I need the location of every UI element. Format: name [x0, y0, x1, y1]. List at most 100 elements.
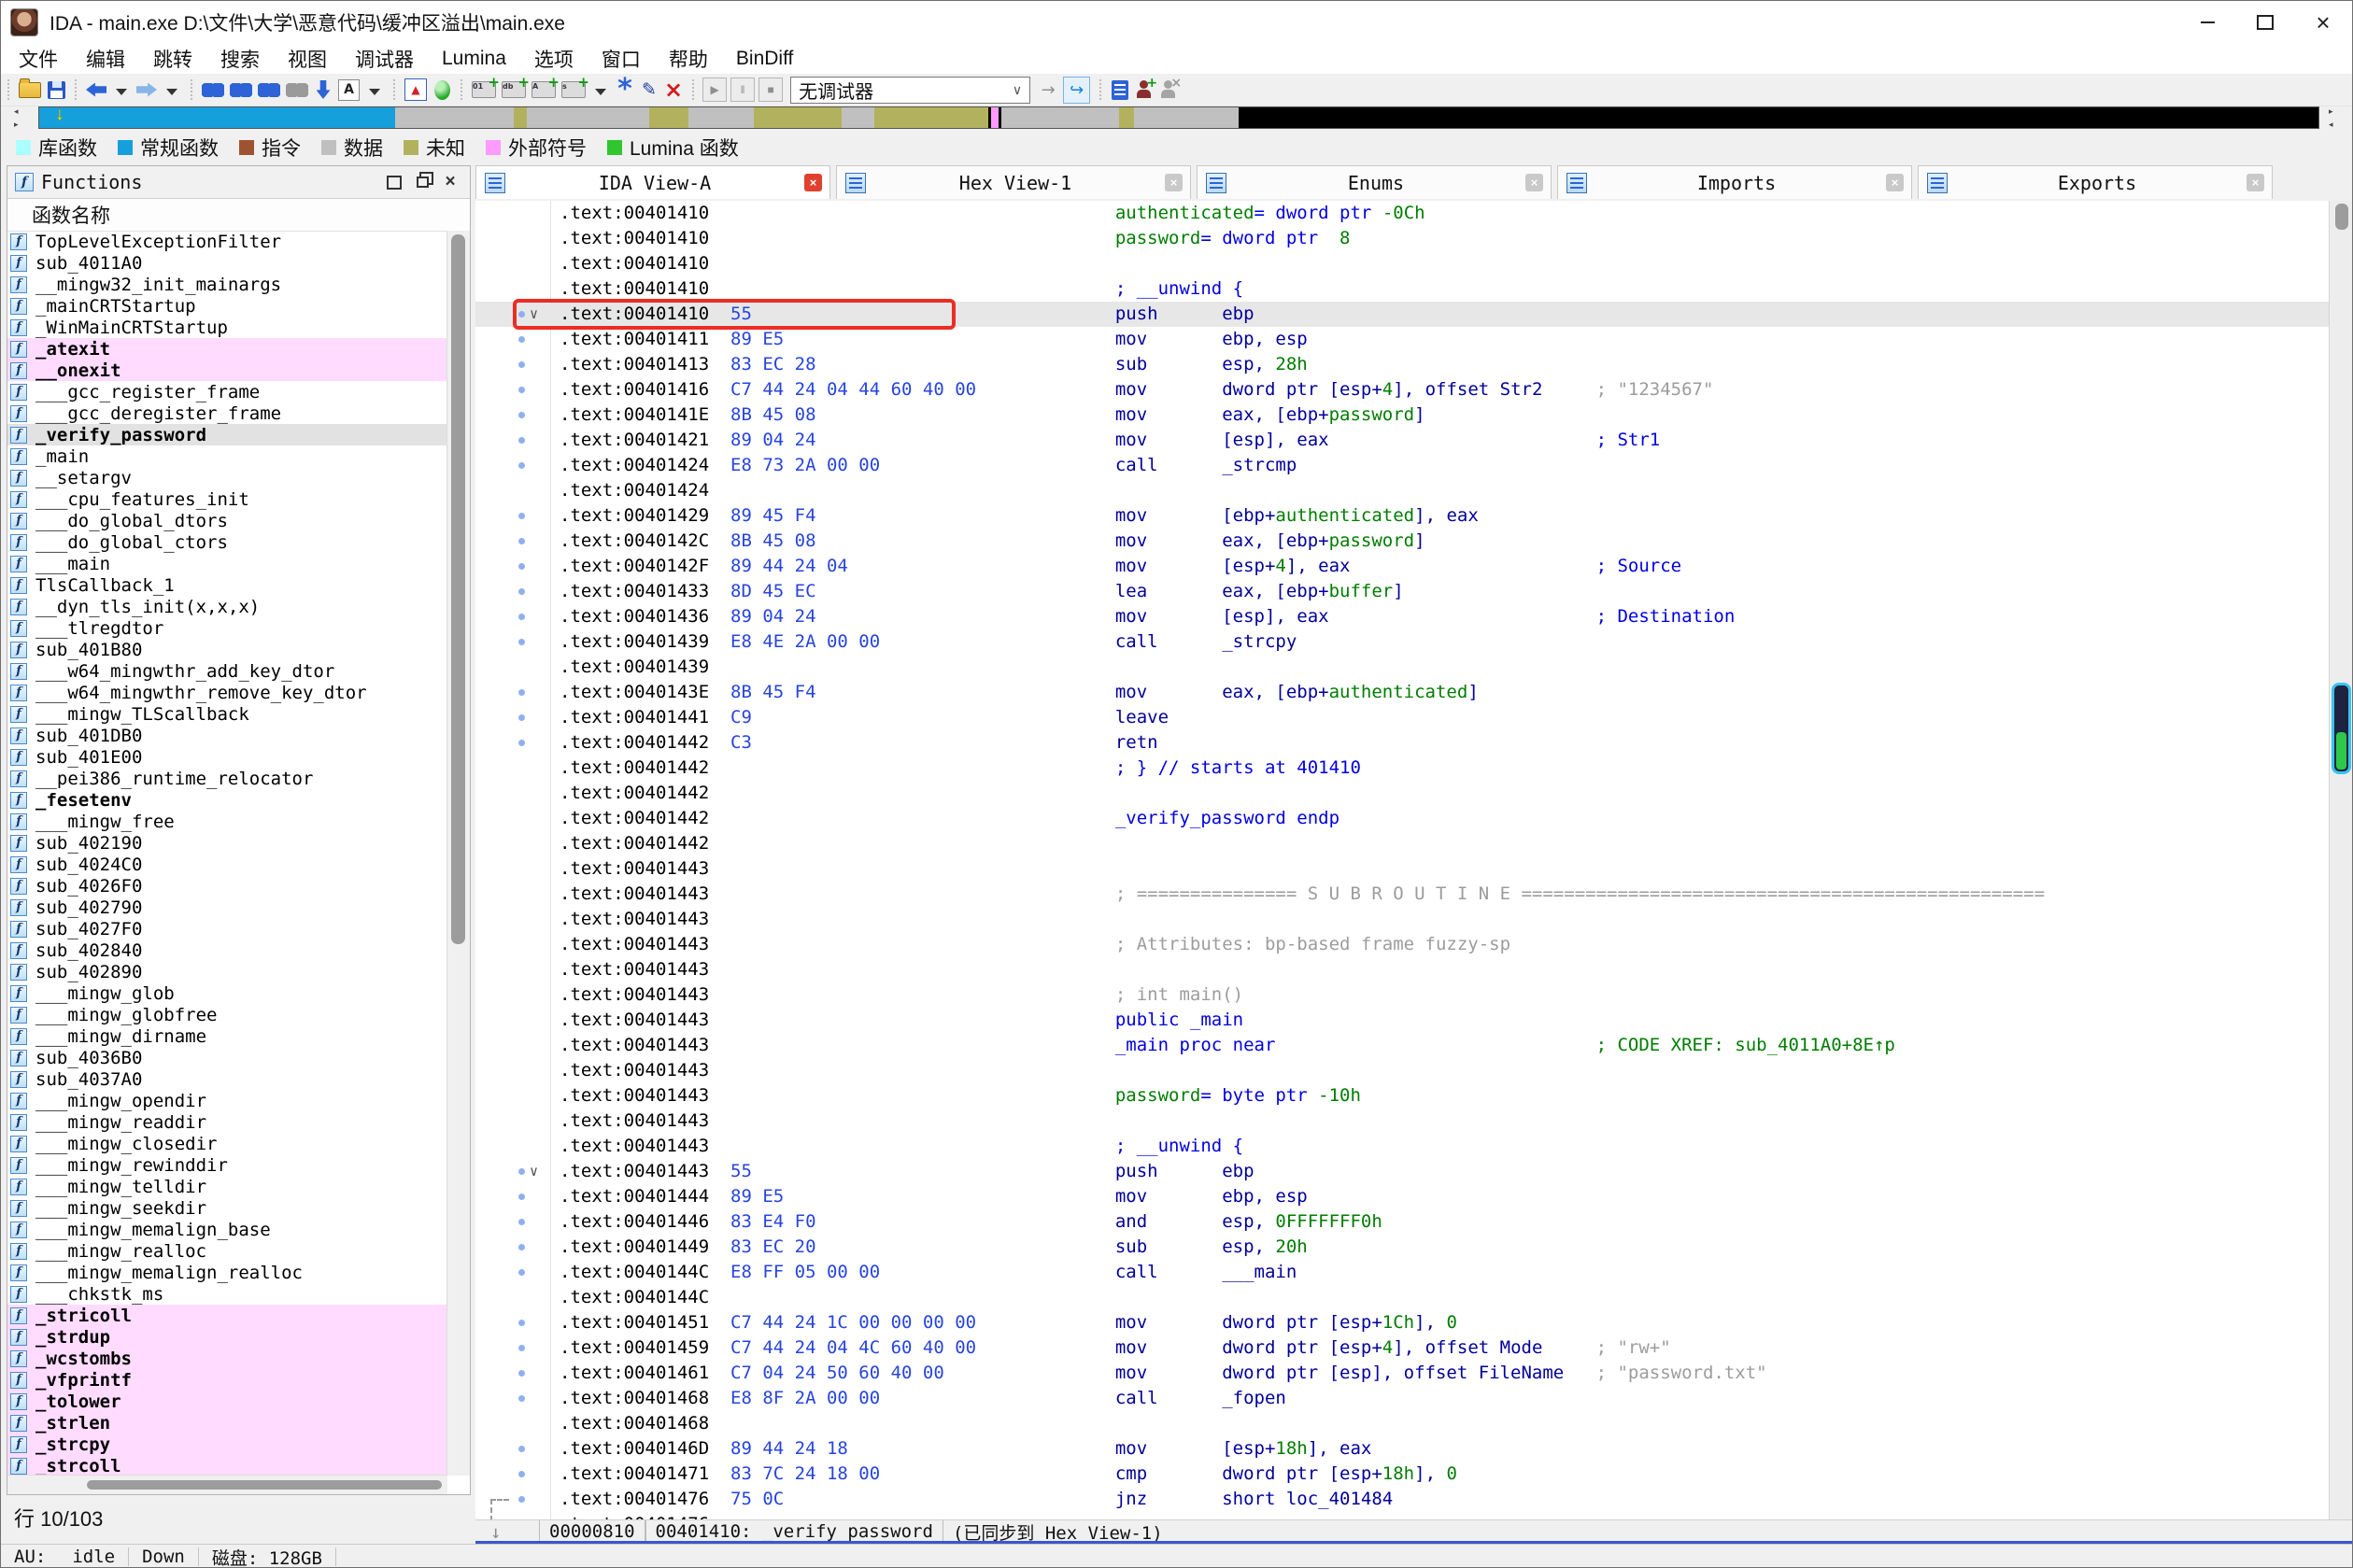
function-row[interactable]: f_tolower — [7, 1391, 447, 1412]
attach-process-icon[interactable]: → — [1039, 78, 1057, 102]
listing-row[interactable]: .text:00401443; __unwind { — [475, 1134, 2329, 1159]
names-caret-icon[interactable] — [365, 78, 384, 102]
minimize-button[interactable] — [2178, 1, 2236, 43]
function-row[interactable]: fsub_4024C0 — [7, 854, 447, 875]
function-row[interactable]: f_fesetenv — [7, 789, 447, 811]
function-row[interactable]: f___main — [7, 553, 447, 574]
band-scroll-right-icon[interactable]: ▸◂ — [2329, 106, 2342, 129]
listing-row[interactable]: .text:004014338D 45 ECleaeax, [ebp+buffe… — [475, 579, 2329, 604]
make-string-icon[interactable]: s — [561, 78, 586, 102]
listing-row[interactable]: .text:00401442 — [475, 831, 2329, 856]
listing-row[interactable]: .text:00401416C7 44 24 04 44 60 40 00mov… — [475, 377, 2329, 403]
tab-close-icon[interactable]: × — [804, 174, 822, 191]
functions-vertical-scrollbar[interactable] — [447, 231, 470, 1476]
reanalyze-icon[interactable] — [432, 78, 451, 102]
tab-close-icon[interactable]: × — [1886, 174, 1904, 191]
listing-row[interactable]: .text:0040146D89 44 24 18mov[esp+18h], e… — [475, 1436, 2329, 1462]
listing-row[interactable]: .text:00401459C7 44 24 04 4C 60 40 00mov… — [475, 1335, 2329, 1361]
function-row[interactable]: fsub_4011A0 — [7, 252, 447, 274]
function-row[interactable]: fsub_4027F0 — [7, 918, 447, 939]
tab-exports[interactable]: Exports× — [1918, 165, 2273, 199]
functions-column-header[interactable]: 函数名称 — [7, 199, 470, 232]
disassembly-listing[interactable]: .text:00401410authenticated= dword ptr -… — [475, 201, 2329, 1519]
open-file-icon[interactable] — [19, 78, 41, 102]
listing-row[interactable]: .text:0040142C8B 45 08moveax, [ebp+passw… — [475, 529, 2329, 554]
listing-row[interactable]: .text:0040141189 E5movebp, esp — [475, 327, 2329, 352]
menu-item[interactable]: BinDiff — [722, 48, 807, 70]
function-row[interactable]: fsub_401DB0 — [7, 725, 447, 746]
menu-item[interactable]: 文件 — [5, 45, 72, 73]
listing-row[interactable]: .text:00401443 — [475, 856, 2329, 882]
function-row[interactable]: f_strlen — [7, 1412, 447, 1434]
listing-row[interactable]: .text:00401468E8 8F 2A 00 00call_fopen — [475, 1386, 2329, 1411]
make-code-icon[interactable]: 01 — [472, 78, 496, 102]
forward-history-caret-icon[interactable] — [163, 78, 181, 102]
function-row[interactable]: f_strcoll — [7, 1455, 447, 1476]
function-row[interactable]: f_verify_password — [7, 424, 447, 445]
listing-row[interactable]: .text:00401443public _main — [475, 1008, 2329, 1033]
function-row[interactable]: f__dyn_tls_init(x,x,x) — [7, 596, 447, 617]
listing-row[interactable]: .text:0040144683 E4 F0andesp, 0FFFFFFF0h — [475, 1209, 2329, 1235]
function-row[interactable]: f___mingw_memalign_base — [7, 1219, 447, 1240]
function-row[interactable]: f___mingw_realloc — [7, 1240, 447, 1262]
listing-row[interactable]: .text:00401442_verify_password endp — [475, 806, 2329, 831]
menu-item[interactable]: 帮助 — [655, 45, 722, 73]
function-row[interactable]: f___w64_mingwthr_add_key_dtor — [7, 660, 447, 682]
undefine-x-icon[interactable]: × — [664, 78, 683, 102]
debug-pause-icon[interactable]: ‖ — [730, 78, 755, 102]
function-row[interactable]: f_wcstombs — [7, 1348, 447, 1369]
navigate-back-icon[interactable] — [86, 78, 106, 102]
function-row[interactable]: f___mingw_dirname — [7, 1025, 447, 1047]
collapse-arrow-icon[interactable]: ∨ — [530, 302, 538, 327]
listing-row[interactable]: .text:00401424E8 73 2A 00 00call_strcmp — [475, 453, 2329, 478]
listing-row[interactable]: .text:0040141383 EC 28subesp, 28h — [475, 352, 2329, 377]
problems-icon[interactable]: ▲ — [404, 78, 427, 101]
listing-row[interactable]: .text:00401442; } // starts at 401410 — [475, 756, 2329, 781]
tab-close-icon[interactable]: × — [1165, 174, 1183, 191]
maximize-button[interactable] — [2236, 1, 2294, 43]
function-row[interactable]: f___mingw_telldir — [7, 1176, 447, 1197]
listing-row[interactable]: .text:0040144489 E5movebp, esp — [475, 1184, 2329, 1209]
tab-imports[interactable]: Imports× — [1557, 165, 1912, 199]
make-name-icon[interactable]: A — [532, 78, 556, 102]
struct-icon[interactable]: * — [616, 78, 634, 102]
function-row[interactable]: f_strdup — [7, 1326, 447, 1348]
function-row[interactable]: f___tlregdtor — [7, 617, 447, 639]
listing-row[interactable]: .text:0040142989 45 F4mov[ebp+authentica… — [475, 503, 2329, 529]
listing-row[interactable]: .text:00401443; =============== S U B R … — [475, 882, 2329, 907]
listing-row[interactable]: .text:0040142189 04 24mov[esp], eax; Str… — [475, 428, 2329, 453]
listing-row[interactable]: .text:0040144C — [475, 1285, 2329, 1310]
function-row[interactable]: f___cpu_features_init — [7, 488, 447, 510]
menu-item[interactable]: 跳转 — [139, 45, 206, 73]
function-row[interactable]: f___mingw_glob — [7, 982, 447, 1004]
function-row[interactable]: fsub_402890 — [7, 961, 447, 982]
function-row[interactable]: fsub_401E00 — [7, 746, 447, 768]
listing-row[interactable]: ∨.text:0040141055pushebp — [475, 302, 2329, 327]
save-icon[interactable] — [47, 78, 65, 102]
listing-row[interactable]: .text:00401443 — [475, 1058, 2329, 1083]
edit-pencil-icon[interactable]: ✎ — [640, 78, 659, 102]
listing-row[interactable]: .text:00401443 — [475, 1109, 2329, 1134]
function-row[interactable]: f__mingw32_init_mainargs — [7, 274, 447, 295]
lumina-push-icon[interactable]: + — [1135, 78, 1154, 102]
function-row[interactable]: f_vfprintf — [7, 1369, 447, 1391]
menu-item[interactable]: 选项 — [520, 45, 588, 73]
lumina-book-icon[interactable] — [1111, 78, 1129, 102]
function-row[interactable]: fsub_4037A0 — [7, 1068, 447, 1090]
search-binary-icon[interactable] — [202, 78, 224, 102]
function-row[interactable]: f___mingw_rewinddir — [7, 1154, 447, 1176]
function-row[interactable]: f___mingw_seekdir — [7, 1197, 447, 1219]
listing-row[interactable]: .text:00401439 — [475, 655, 2329, 680]
collapse-arrow-icon[interactable]: ∨ — [530, 1159, 538, 1184]
function-row[interactable]: f___do_global_ctors — [7, 531, 447, 553]
menu-item[interactable]: 调试器 — [341, 45, 428, 73]
search-immediate-icon[interactable] — [258, 78, 280, 102]
function-row[interactable]: f_WinMainCRTStartup — [7, 317, 447, 338]
listing-row[interactable]: .text:0040144983 EC 20subesp, 20h — [475, 1235, 2329, 1260]
listing-row[interactable]: .text:00401476 — [475, 1512, 2329, 1519]
listing-row[interactable]: .text:0040147675 0Cjnzshort loc_401484 — [475, 1487, 2329, 1512]
listing-row[interactable]: .text:00401461C7 04 24 50 60 40 00movdwo… — [475, 1361, 2329, 1386]
function-row[interactable]: f_atexit — [7, 338, 447, 360]
function-row[interactable]: f___chkstk_ms — [7, 1283, 447, 1305]
function-row[interactable]: fTlsCallback_1 — [7, 574, 447, 596]
